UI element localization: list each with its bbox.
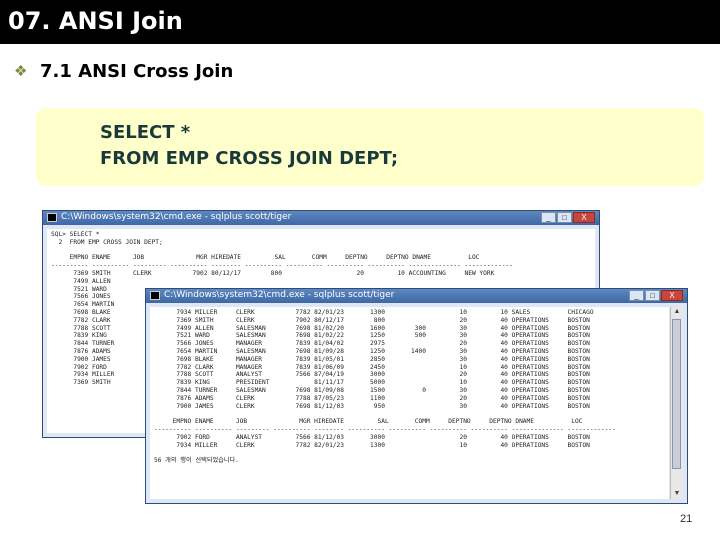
close-button[interactable]: X <box>573 212 595 223</box>
cmd-icon <box>150 291 160 300</box>
console-output: 7934 MILLER CLERK 7782 82/01/23 1300 10 … <box>150 307 669 499</box>
vertical-scrollbar[interactable]: ▲ ▼ <box>670 307 683 499</box>
window-title: C:\Windows\system32\cmd.exe - sqlplus sc… <box>164 290 395 300</box>
slide-title-bar: 07. ANSI Join <box>0 0 720 44</box>
slide-title: 07. ANSI Join <box>8 7 183 35</box>
sql-line-1: SELECT * <box>100 122 191 143</box>
minimize-button[interactable]: _ <box>541 212 556 223</box>
scroll-up-arrow-icon[interactable]: ▲ <box>671 307 683 317</box>
cmd-icon <box>47 213 57 222</box>
scroll-down-arrow-icon[interactable]: ▼ <box>671 489 683 499</box>
console-text: 7934 MILLER CLERK 7782 82/01/23 1300 10 … <box>154 309 616 465</box>
close-button[interactable]: X <box>661 290 683 301</box>
bullet-row: ❖ 7.1 ANSI Cross Join <box>14 59 233 83</box>
minimize-button[interactable]: _ <box>629 290 644 301</box>
maximize-button[interactable]: □ <box>645 290 660 301</box>
scrollbar-thumb[interactable] <box>672 319 681 469</box>
bullet-heading: 7.1 ANSI Cross Join <box>40 60 234 82</box>
sql-line-2: FROM EMP CROSS JOIN DEPT; <box>100 148 399 169</box>
sql-code-box: SELECT * FROM EMP CROSS JOIN DEPT; <box>36 108 704 186</box>
window-title: C:\Windows\system32\cmd.exe - sqlplus sc… <box>61 212 292 222</box>
diamond-bullet-icon: ❖ <box>14 63 28 80</box>
maximize-button[interactable]: □ <box>557 212 572 223</box>
page-number: 21 <box>680 513 693 525</box>
window-titlebar[interactable]: C:\Windows\system32\cmd.exe - sqlplus sc… <box>43 211 599 225</box>
console-window-front[interactable]: C:\Windows\system32\cmd.exe - sqlplus sc… <box>145 288 688 504</box>
window-titlebar[interactable]: C:\Windows\system32\cmd.exe - sqlplus sc… <box>146 289 687 303</box>
